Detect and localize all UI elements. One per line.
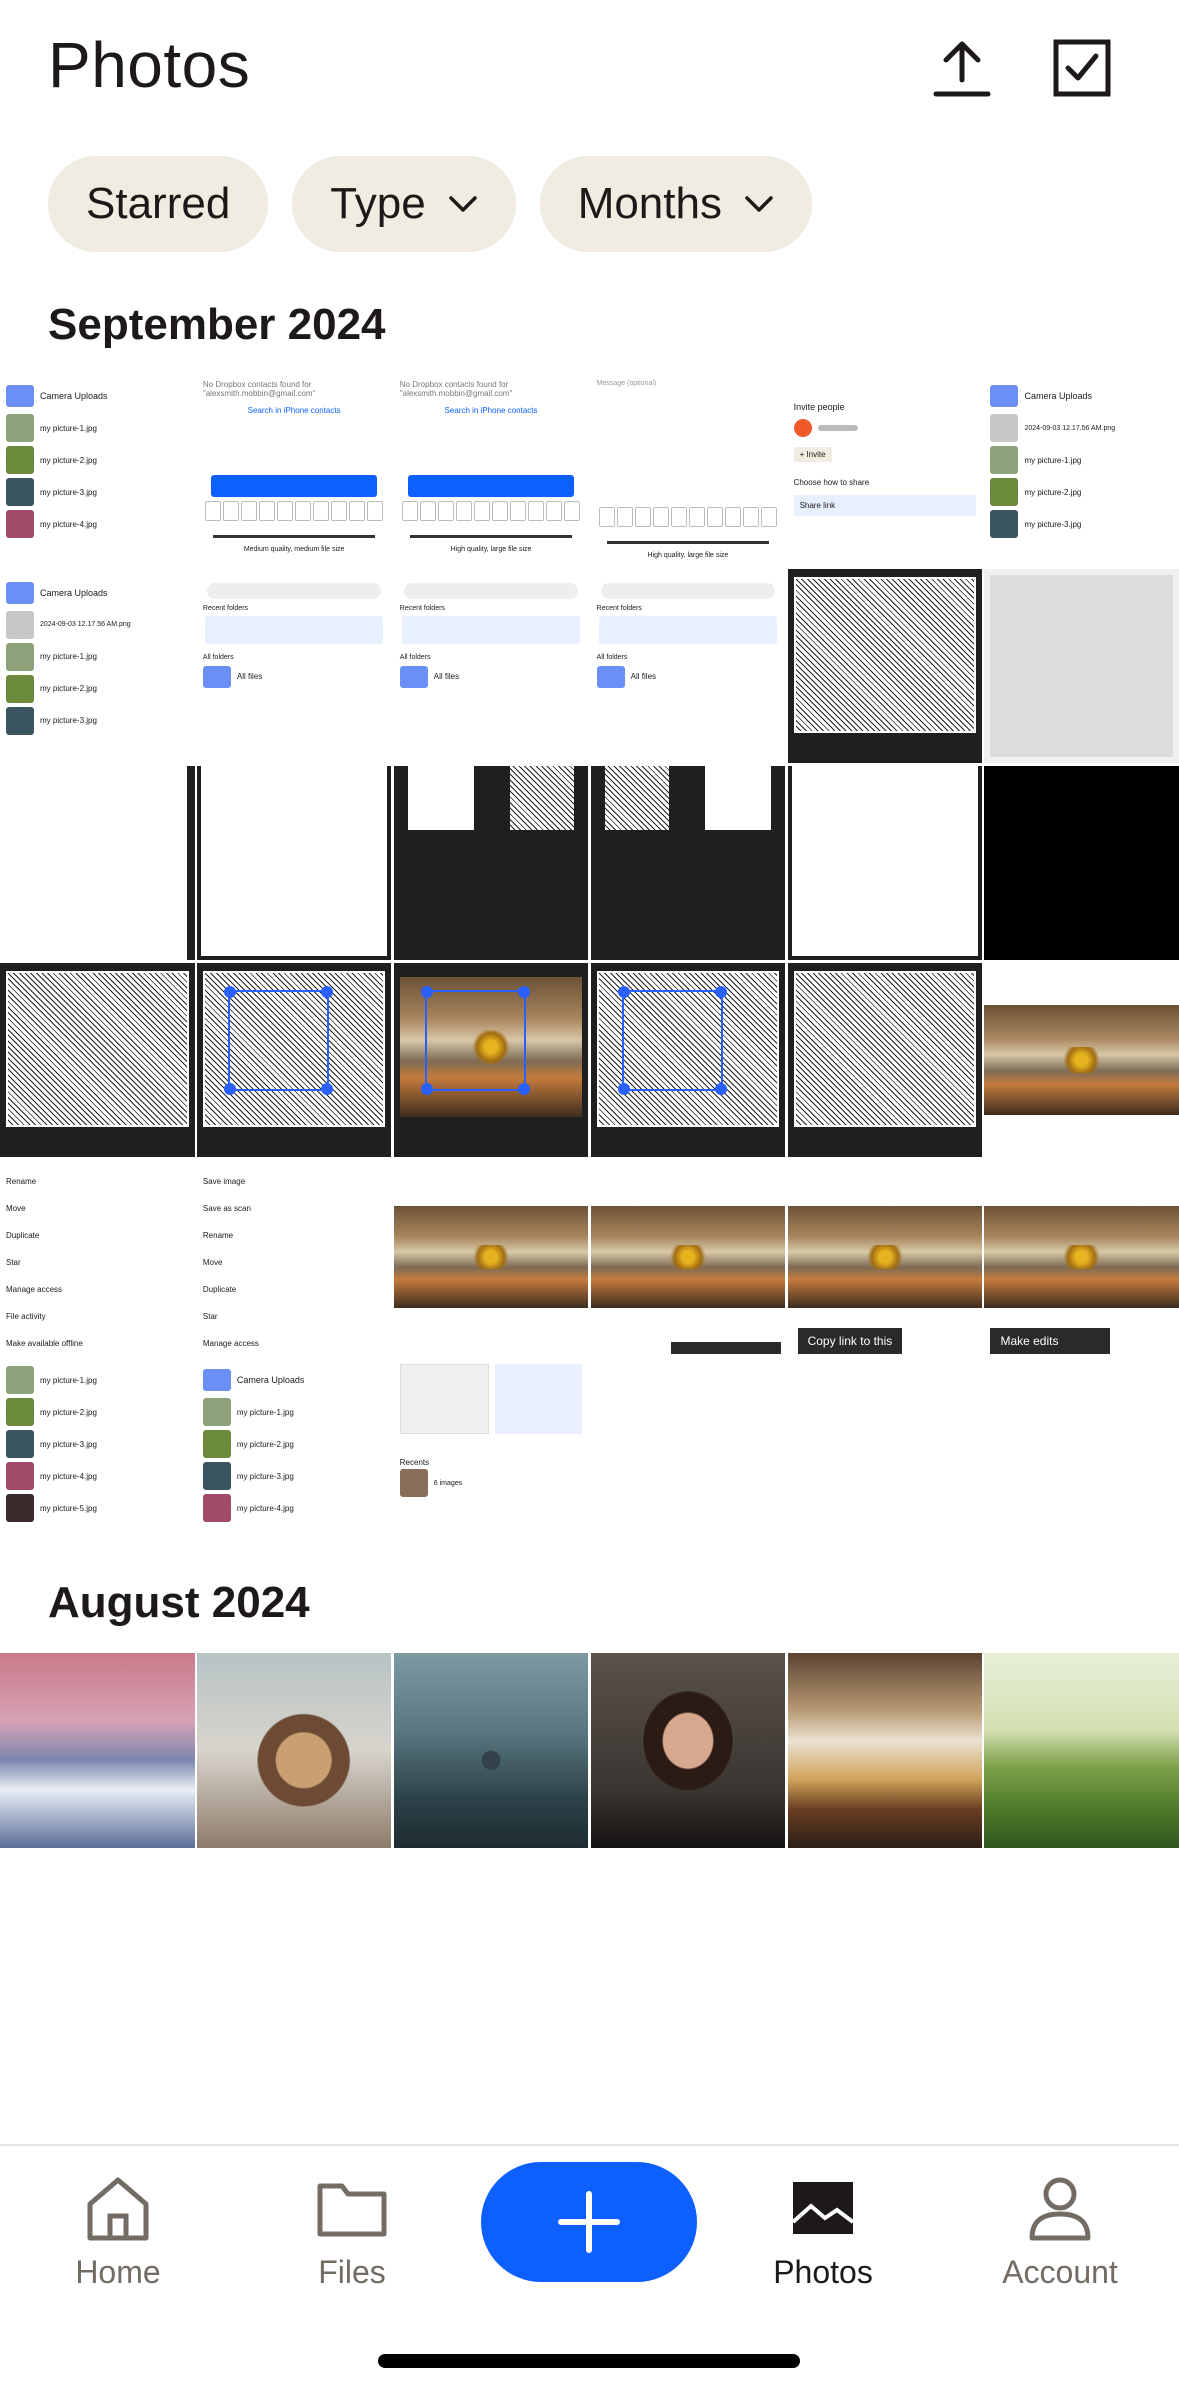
tab-files[interactable]: Files (262, 2172, 442, 2291)
tab-home[interactable]: Home (28, 2172, 208, 2291)
plus-icon (558, 2191, 620, 2253)
photo-tile[interactable]: Recent folders All folders All files (590, 568, 786, 764)
photo-tile[interactable] (393, 765, 589, 961)
tab-account-label: Account (1002, 2254, 1118, 2290)
photo-tile[interactable]: Camera Uploads 2024-09-03 12.17.56 AM.pn… (984, 372, 1179, 567)
photo-tile[interactable]: Recents 6 images (393, 1356, 589, 1551)
checkbox-select-icon (1053, 39, 1111, 97)
photo-tile[interactable] (0, 1653, 195, 1848)
photo-tile[interactable]: Camera Uploads 2024-09-03 12.17.56 AM.pn… (0, 568, 195, 764)
chevron-down-icon (448, 196, 477, 212)
photo-tile[interactable] (196, 962, 392, 1158)
photo-tile[interactable] (984, 568, 1179, 764)
header: Photos (0, 0, 1179, 140)
tab-account[interactable]: Account (970, 2172, 1150, 2291)
select-button[interactable] (1046, 32, 1118, 104)
photo-tile[interactable] (393, 1653, 589, 1848)
upload-button[interactable] (926, 32, 998, 104)
photo-tile[interactable] (393, 1159, 589, 1355)
photo-tile[interactable]: Recent folders All folders All files (196, 568, 392, 764)
photo-tile[interactable] (196, 765, 392, 961)
filter-starred-label: Starred (86, 179, 231, 228)
photos-icon (791, 2182, 855, 2234)
photo-tile[interactable] (590, 962, 786, 1158)
photo-tile[interactable] (787, 1356, 983, 1551)
chevron-down-icon (745, 196, 773, 212)
filter-months-label: Months (577, 179, 722, 228)
filter-type[interactable]: Type (292, 156, 516, 252)
photo-tile[interactable] (787, 765, 983, 961)
photo-grid-august (0, 1653, 1179, 1848)
photo-tile[interactable] (590, 1356, 786, 1551)
photo-tile[interactable] (590, 1159, 786, 1355)
photo-tile[interactable] (984, 765, 1179, 961)
home-indicator[interactable] (378, 2354, 800, 2368)
photo-tile[interactable] (393, 962, 589, 1158)
filter-type-label: Type (330, 179, 426, 228)
photo-tile[interactable]: No Dropbox contacts found for "alexsmith… (196, 372, 392, 567)
tab-home-label: Home (75, 2254, 161, 2290)
photo-tile[interactable] (590, 765, 786, 961)
photo-tile[interactable]: Invite people + Invite Choose how to sha… (787, 372, 983, 567)
photo-grid-september: Camera Uploads my picture-1.jpg my pictu… (0, 372, 1179, 1551)
photo-tile[interactable]: Make edits (984, 1159, 1179, 1355)
photo-tile[interactable] (196, 1653, 392, 1848)
photo-tile[interactable] (0, 962, 195, 1158)
filter-chips: Starred Type Months (48, 156, 812, 252)
tab-photos-label: Photos (773, 2254, 873, 2290)
photo-tile[interactable] (984, 1653, 1179, 1848)
photo-tile[interactable]: Camera Uploads my picture-1.jpg my pictu… (196, 1356, 392, 1551)
create-button[interactable] (481, 2162, 697, 2282)
photo-tile[interactable]: my picture-1.jpg my picture-2.jpg my pic… (0, 1356, 195, 1551)
photo-tile[interactable]: Save image Save as scan Rename Move Dupl… (196, 1159, 392, 1355)
photo-tile[interactable] (787, 568, 983, 764)
photo-tile[interactable]: Camera Uploads my picture-1.jpg my pictu… (0, 372, 195, 567)
photo-tile[interactable]: No Dropbox contacts found for "alexsmith… (393, 372, 589, 567)
photo-tile[interactable]: Rename Move Duplicate Star Manage access… (0, 1159, 195, 1355)
photo-tile[interactable]: Copy link to this (787, 1159, 983, 1355)
photo-tile[interactable]: Message (optional) High quality, large f… (590, 372, 786, 567)
filter-months[interactable]: Months (539, 156, 812, 252)
photo-tile[interactable] (787, 962, 983, 1158)
person-icon (1029, 2177, 1091, 2241)
photo-tile[interactable] (590, 1653, 786, 1848)
photo-tile[interactable] (787, 1653, 983, 1848)
tab-files-label: Files (318, 2254, 386, 2290)
home-icon (87, 2177, 149, 2241)
photo-tile[interactable] (984, 962, 1179, 1158)
filter-starred[interactable]: Starred (48, 156, 269, 252)
photo-tile[interactable] (984, 1356, 1179, 1551)
section-title-september: September 2024 (48, 300, 386, 349)
folder-icon (317, 2183, 387, 2237)
page-title: Photos (48, 29, 251, 101)
upload-icon (933, 41, 991, 97)
photo-tile[interactable]: Recent folders All folders All files (393, 568, 589, 764)
photo-tile[interactable] (0, 765, 195, 961)
section-title-august: August 2024 (48, 1578, 310, 1627)
tab-photos[interactable]: Photos (733, 2172, 913, 2291)
